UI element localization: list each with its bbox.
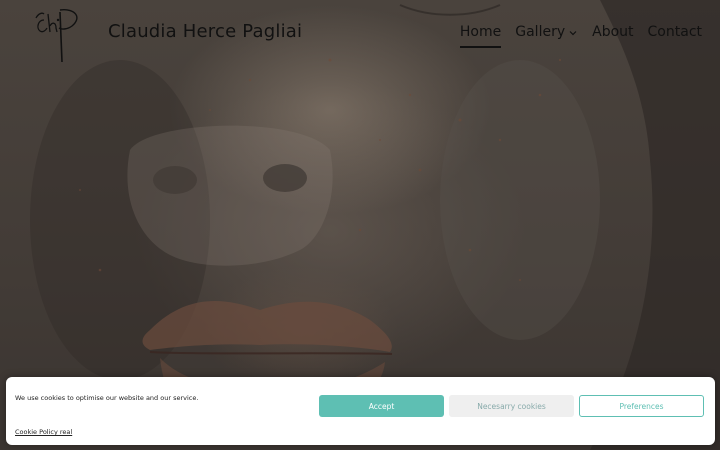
cookie-banner: We use cookies to optimise our website a… bbox=[6, 377, 715, 445]
preferences-button[interactable]: Preferences bbox=[579, 395, 704, 417]
nav-item-label: About bbox=[592, 24, 634, 40]
site-title[interactable]: Claudia Herce Pagliai bbox=[108, 21, 302, 42]
nav-item-label: Contact bbox=[647, 24, 702, 40]
cookie-policy-link[interactable]: Cookie Policy real bbox=[15, 428, 72, 436]
ch-signature-logo-icon[interactable] bbox=[32, 6, 84, 66]
accept-button[interactable]: Accept bbox=[319, 395, 444, 417]
chevron-down-icon bbox=[569, 31, 577, 36]
nav-item-label: Gallery bbox=[515, 24, 566, 40]
site-header: Claudia Herce Pagliai Home Gallery About… bbox=[0, 0, 720, 70]
necessary-cookies-button[interactable]: Necesarry cookies bbox=[449, 395, 574, 417]
nav-item-about[interactable]: About bbox=[592, 24, 633, 44]
nav-item-contact[interactable]: Contact bbox=[648, 24, 702, 44]
nav-item-label: Home bbox=[459, 24, 502, 40]
main-nav: Home Gallery About Contact bbox=[459, 22, 702, 48]
nav-item-home[interactable]: Home bbox=[459, 24, 502, 48]
cookie-message: We use cookies to optimise our website a… bbox=[15, 394, 199, 402]
nav-item-gallery[interactable]: Gallery bbox=[515, 24, 578, 44]
